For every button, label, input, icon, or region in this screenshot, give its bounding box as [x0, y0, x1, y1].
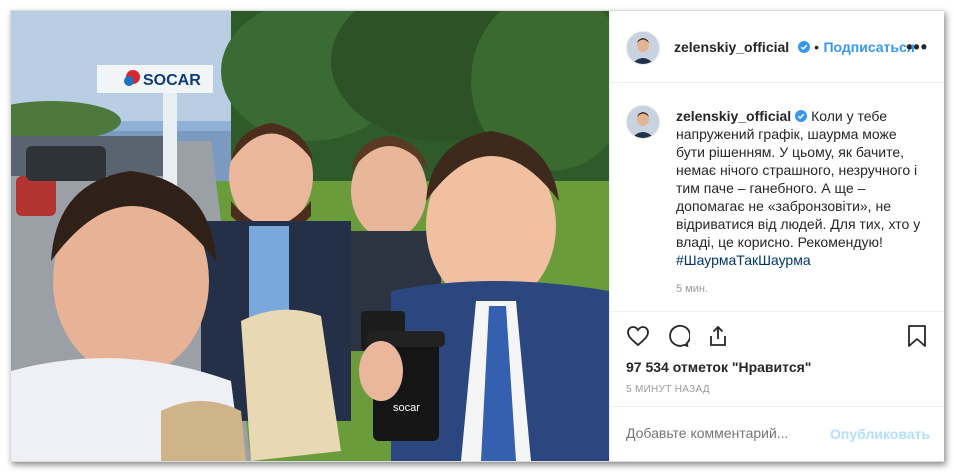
caption-username[interactable]: zelenskiy_official	[676, 108, 791, 124]
share-icon[interactable]	[706, 324, 730, 353]
header-dot-separator: •	[814, 39, 819, 55]
instagram-post-card: SOCAR socar zelenskiy_official • Подписа…	[10, 10, 944, 462]
avatar[interactable]	[626, 31, 660, 65]
post-header: zelenskiy_official • Подписаться •••	[610, 11, 944, 83]
header-username[interactable]: zelenskiy_official	[674, 39, 789, 55]
likes-count[interactable]: 97 534 отметок "Нравится"	[626, 359, 811, 375]
caption-avatar-image	[627, 106, 659, 138]
post-side-panel: zelenskiy_official • Подписаться ••• zel…	[609, 11, 944, 461]
caption-verified-badge-icon	[795, 110, 808, 122]
comment-bar: Опубликовать	[610, 406, 944, 463]
publish-comment-button[interactable]: Опубликовать	[830, 426, 930, 442]
post-photo[interactable]: SOCAR socar	[11, 11, 609, 461]
heart-icon[interactable]	[626, 324, 650, 353]
cup-logo-text: socar	[393, 402, 420, 414]
comment-icon[interactable]	[666, 324, 691, 353]
socar-sign-text: SOCAR	[143, 72, 201, 89]
verified-badge-icon	[797, 41, 810, 53]
post-time-ago: 5 МИНУТ НАЗАД	[626, 384, 710, 395]
follow-button[interactable]: Подписаться	[823, 39, 915, 55]
selfie-photo-illustration: SOCAR socar	[11, 11, 609, 461]
caption-hashtag[interactable]: #ШаурмаТакШаурма	[676, 252, 811, 268]
caption-time: 5 мин.	[676, 283, 709, 295]
avatar-image	[627, 32, 659, 64]
comment-input[interactable]	[626, 425, 846, 441]
caption-avatar[interactable]	[626, 105, 660, 139]
caption-text: Коли у тебе напружений графік, шаурма мо…	[676, 108, 921, 250]
bookmark-icon[interactable]	[906, 324, 928, 353]
post-actions-section: 97 534 отметок "Нравится" 5 МИНУТ НАЗАД …	[610, 311, 944, 462]
more-options-icon[interactable]: •••	[906, 37, 928, 58]
post-caption: zelenskiy_official Коли у тебе напружени…	[676, 107, 926, 269]
